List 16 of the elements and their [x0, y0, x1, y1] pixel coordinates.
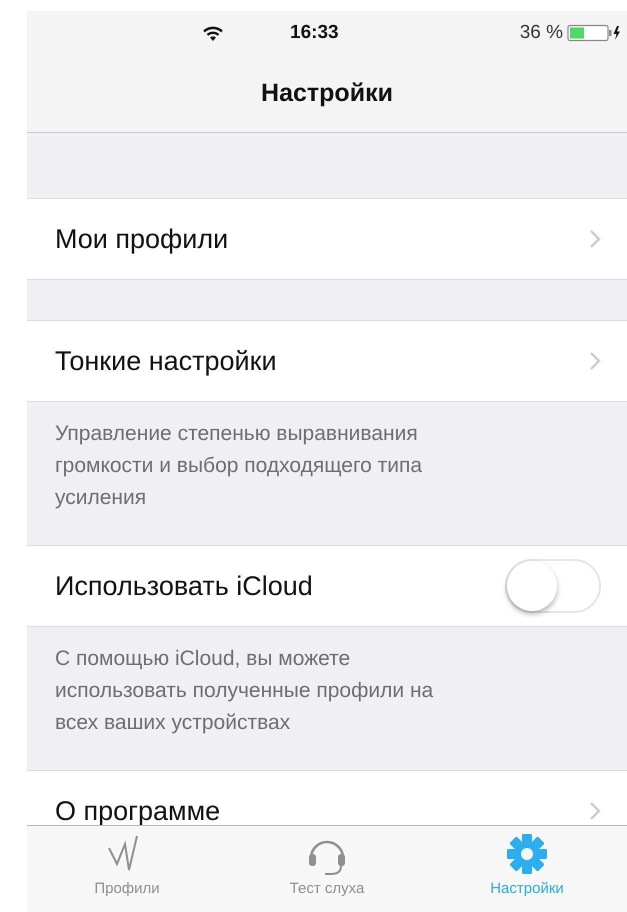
battery-percent: 36 % — [520, 22, 563, 44]
settings-icon — [505, 832, 549, 876]
section-footer-text: Управление степенью выравнивания громкости и выбор подходящего типа усиления — [54, 421, 424, 511]
toggle-switch[interactable] — [505, 559, 601, 613]
chevron-icon — [589, 801, 601, 821]
settings-row[interactable]: О программе — [27, 770, 627, 825]
settings-row[interactable]: Использовать iCloud — [27, 545, 627, 627]
wifi-icon — [201, 24, 225, 42]
settings-row[interactable]: Мои профили — [27, 198, 627, 280]
battery-icon — [567, 24, 621, 42]
chevron-icon — [589, 351, 601, 371]
settings-row[interactable]: Тонкие настройки — [27, 320, 627, 402]
clock-time: 16:33 — [290, 22, 339, 44]
section-footer-text: С помощью iCloud, вы можете использовать полученные профили на всех ваших устройствах — [54, 646, 434, 736]
screen-title: Настройки — [261, 79, 393, 108]
chevron-icon — [589, 229, 601, 249]
